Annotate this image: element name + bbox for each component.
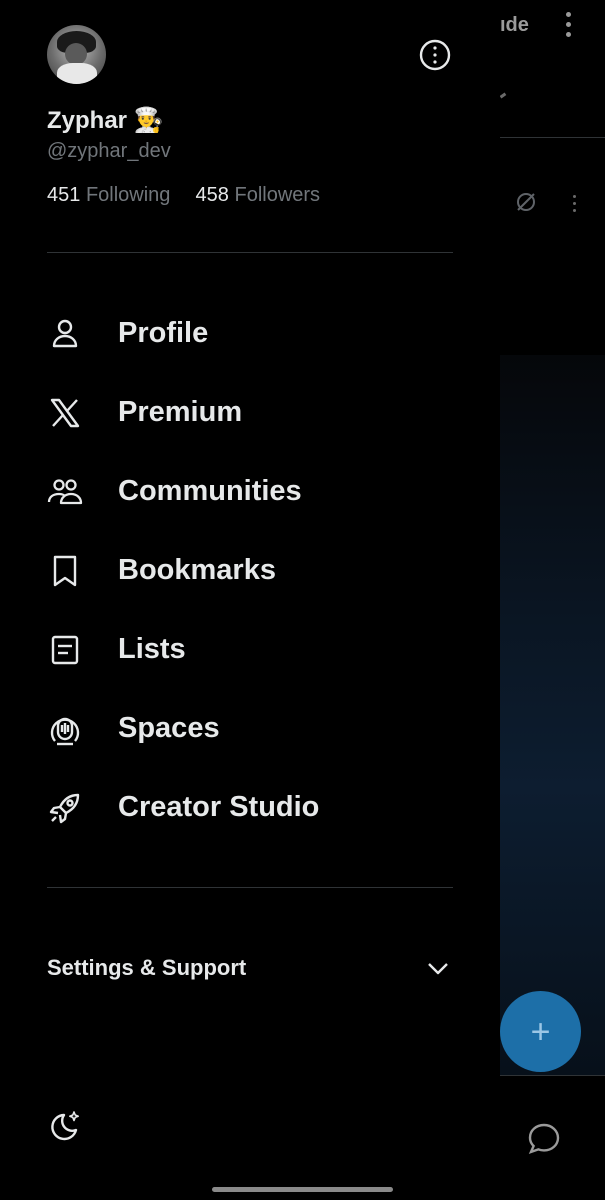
x-logo-icon xyxy=(50,398,80,427)
divider xyxy=(47,252,453,253)
background-app: ıde + xyxy=(500,0,605,1200)
list-icon xyxy=(51,635,79,664)
menu-item-communities[interactable]: Communities xyxy=(0,452,500,531)
menu-item-label: Communities xyxy=(118,475,302,507)
menu-item-spaces[interactable]: Spaces xyxy=(0,689,500,768)
menu-item-premium[interactable]: Premium xyxy=(0,373,500,452)
background-title: ıde xyxy=(500,14,529,36)
background-divider xyxy=(500,1075,605,1076)
communities-icon xyxy=(47,478,83,504)
background-post-more-icon[interactable] xyxy=(573,195,578,216)
background-more-icon[interactable] xyxy=(566,12,574,42)
menu-item-creator-studio[interactable]: Creator Studio xyxy=(0,768,500,847)
profile-name[interactable]: Zyphar 👨‍🍳 xyxy=(47,106,164,135)
following-label: Following xyxy=(85,184,171,206)
drawer-menu: Profile Premium Communities Bookmarks Li… xyxy=(0,294,500,847)
rocket-icon xyxy=(49,793,80,823)
avatar[interactable] xyxy=(47,25,106,84)
moon-icon[interactable] xyxy=(47,1108,83,1144)
followers-count: 458 xyxy=(195,184,229,206)
background-slashed-circle-icon xyxy=(517,193,535,211)
plus-icon: + xyxy=(530,1012,551,1051)
menu-item-label: Premium xyxy=(118,396,243,428)
divider xyxy=(47,887,453,888)
info-circle-icon[interactable] xyxy=(418,38,452,72)
follow-stats: 451 Following 458 Followers xyxy=(47,184,320,207)
background-media xyxy=(500,355,605,1075)
menu-item-label: Lists xyxy=(118,633,186,665)
menu-item-profile[interactable]: Profile xyxy=(0,294,500,373)
background-tab-indicator xyxy=(500,92,507,99)
menu-item-label: Creator Studio xyxy=(118,791,320,823)
followers-label: Followers xyxy=(234,184,321,206)
menu-item-lists[interactable]: Lists xyxy=(0,610,500,689)
navigation-drawer: Zyphar 👨‍🍳 @zyphar_dev 451 Following 458… xyxy=(0,0,500,1200)
menu-item-label: Bookmarks xyxy=(118,554,276,586)
settings-support-toggle[interactable]: Settings & Support xyxy=(47,948,453,988)
following-count: 451 xyxy=(47,184,81,206)
settings-support-label: Settings & Support xyxy=(47,955,247,980)
bookmark-icon xyxy=(53,555,77,586)
followers-link[interactable]: 458 Followers xyxy=(196,184,321,206)
following-link[interactable]: 451 Following xyxy=(47,184,176,206)
compose-fab-button[interactable]: + xyxy=(500,991,581,1072)
spaces-icon xyxy=(50,717,80,745)
menu-item-label: Spaces xyxy=(118,712,220,744)
menu-item-label: Profile xyxy=(118,317,209,349)
profile-handle: @zyphar_dev xyxy=(47,140,171,162)
menu-item-bookmarks[interactable]: Bookmarks xyxy=(0,531,500,610)
chat-bubble-icon[interactable] xyxy=(526,1120,562,1156)
chevron-down-icon xyxy=(428,963,448,975)
person-icon xyxy=(52,319,78,347)
background-top-bar: ıde xyxy=(500,0,605,138)
home-indicator[interactable] xyxy=(212,1187,393,1192)
